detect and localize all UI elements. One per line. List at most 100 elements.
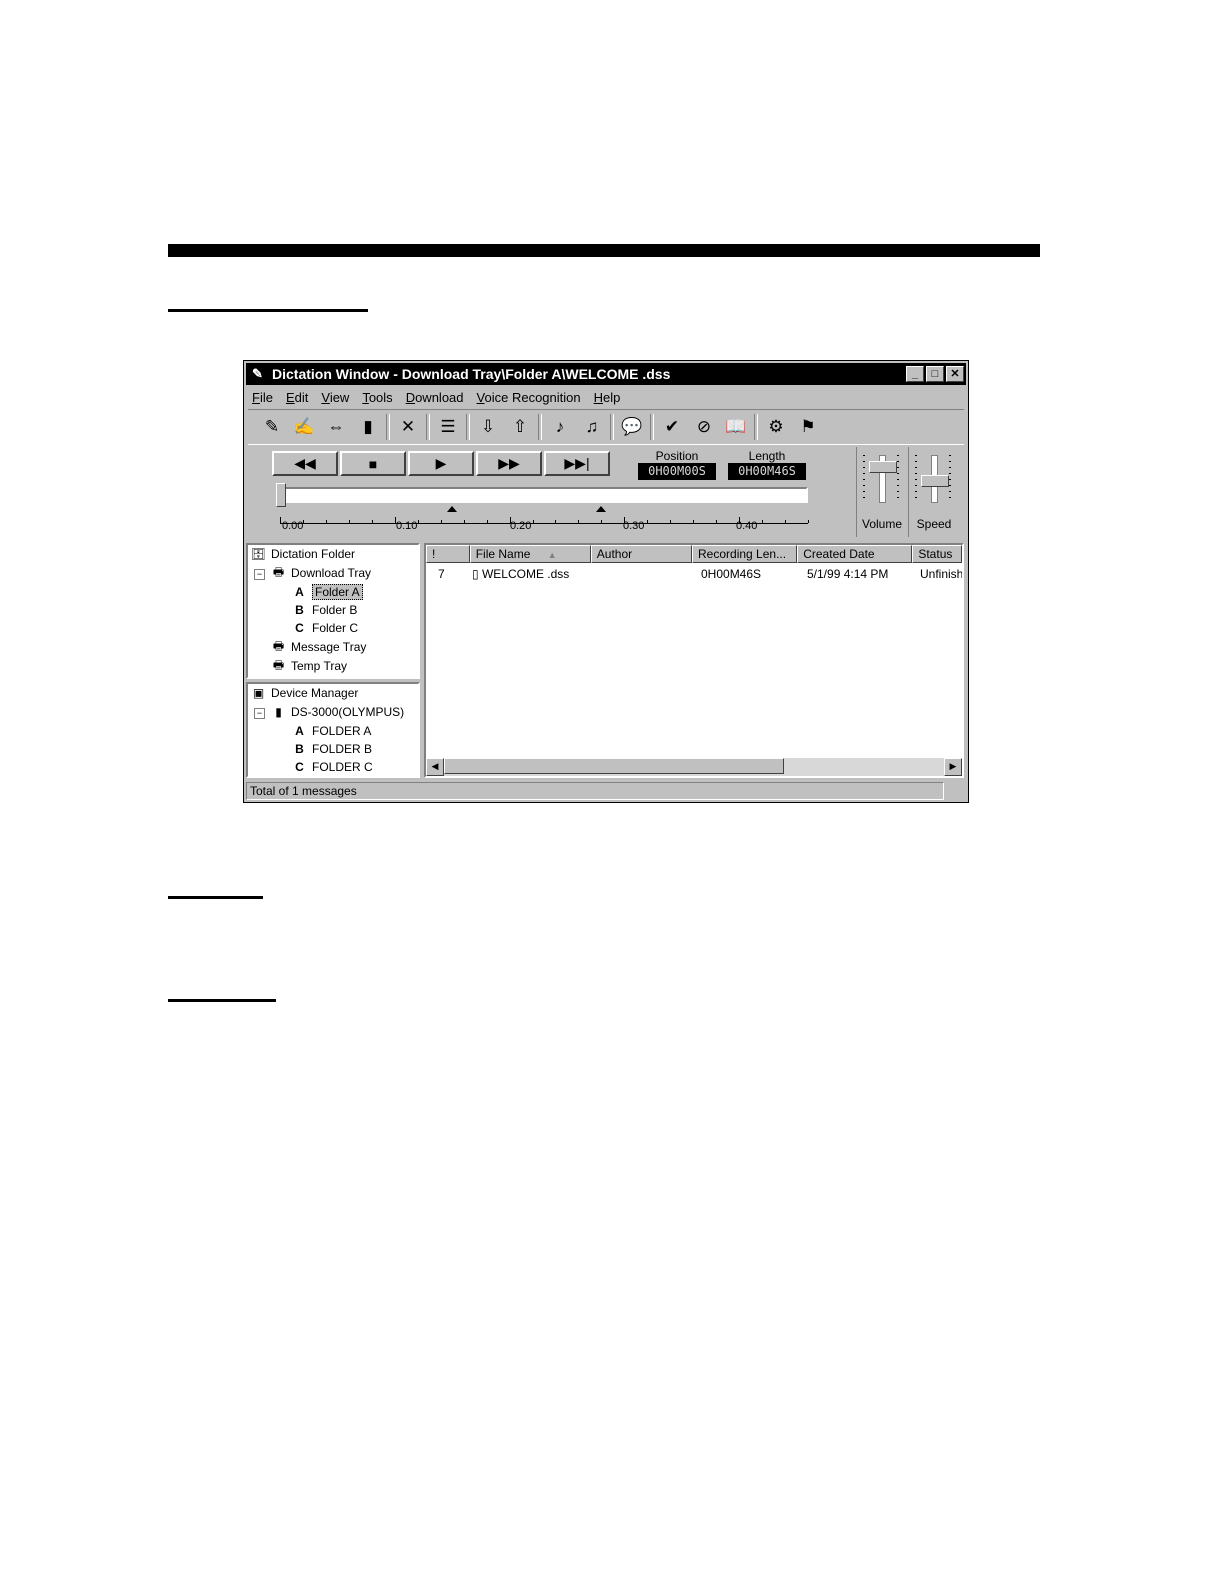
device-manager-tree: ▣ Device Manager − ▮ DS-3000(OLYMPUS) A … [246,682,420,778]
cell-file-name-text: WELCOME .dss [481,567,570,581]
folder-c-icon: C [295,620,304,635]
train-icon[interactable]: ⚙ [760,412,792,442]
toolbar: ✎ ✍ ⇔ ▮ ✕ ☰ ⇩ ⇧ ♪ ♫ 💬 ✔ ⊘ 📖 ⚙ ⚑ [248,409,964,445]
ruler-tick [670,520,672,523]
speed-label: Speed [916,517,952,531]
play-button[interactable]: ▶ [408,451,474,476]
section-underline [168,896,263,899]
tree-item-folder-c[interactable]: C Folder C [292,619,358,637]
edit-pen-icon[interactable]: ✍ [288,412,320,442]
window-title: Dictation Window - Download Tray\Folder … [272,366,671,382]
folder-a-icon: A [295,584,304,599]
properties-icon[interactable]: ☰ [432,412,464,442]
length-counter: 0H00M46S [728,463,806,480]
menu-file[interactable]: File [252,390,273,405]
tree-item-message-tray[interactable]: 🖶 Message Tray [270,638,367,656]
scroll-left-icon[interactable]: ◀ [426,758,444,776]
enroll-icon[interactable]: ⚑ [792,412,824,442]
collapse-icon[interactable]: − [254,569,265,580]
comment-icon[interactable]: 💬 [616,412,648,442]
column-header-recording-length[interactable]: Recording Len... [692,545,798,563]
upload-icon[interactable]: ⇧ [504,412,536,442]
voice-in-icon[interactable]: ♪ [544,412,576,442]
toolbar-separator [386,414,390,440]
scrollbar-thumb[interactable] [444,758,784,774]
tray-icon: 🖶 [272,638,285,653]
menu-download[interactable]: Download [406,390,464,405]
menu-tools[interactable]: Tools [362,390,392,405]
tree-item-label: Message Tray [291,640,367,654]
tree-item-device[interactable]: ▮ DS-3000(OLYMPUS) [270,703,404,721]
menu-help[interactable]: Help [594,390,621,405]
tree-item-download-tray[interactable]: 🖶 Download Tray [270,564,371,582]
tree-item-dictation-folder[interactable]: 🗄 Dictation Folder [250,545,355,563]
ruler-tick [601,520,603,523]
ruler-tick [325,520,327,523]
stop-button[interactable]: ■ [340,451,406,476]
position-label: Position [655,449,699,463]
ruler-tick [647,520,649,523]
dictation-window: ✎ Dictation Window - Download Tray\Folde… [243,360,969,803]
ruler-tick [371,520,373,523]
status-text: Total of 1 messages [246,782,944,800]
rewind-button[interactable]: ◀◀ [272,451,338,476]
column-header-created-date[interactable]: Created Date [797,545,913,563]
column-header-priority[interactable]: ! [426,545,470,563]
skip-end-button[interactable]: ▶▶| [544,451,610,476]
tree-item-label: Download Tray [291,566,372,580]
menu-voice-recognition[interactable]: Voice Recognition [477,390,581,405]
column-header-file-name[interactable]: File Name ▲ [469,545,591,563]
resize-grip-icon[interactable] [944,782,966,800]
tree-item-device-folder-b[interactable]: B FOLDER B [292,740,372,758]
section-underline [168,309,368,312]
cell-created-date: 5/1/99 4:14 PM [807,567,889,581]
tree-item-label: Folder C [312,621,359,635]
speed-slider-group: Speed [908,447,959,537]
insert-icon[interactable]: ⇔ [320,412,352,442]
ruler-tick [486,520,488,523]
voice-out-icon[interactable]: ♫ [576,412,608,442]
menu-view[interactable]: View [321,390,349,405]
position-track[interactable] [280,487,808,503]
volume-slider[interactable] [869,461,897,473]
table-row[interactable]: 7 ▯ WELCOME .dss 0H00M46S 5/1/99 4:14 PM… [426,567,962,581]
close-button[interactable]: ✕ [946,366,964,382]
collapse-icon[interactable]: − [254,708,265,719]
dictionary-icon[interactable]: 📖 [720,412,752,442]
playhead-slider[interactable] [276,483,286,507]
tree-item-folder-b[interactable]: B Folder B [292,601,357,619]
tree-item-label: FOLDER C [312,760,373,774]
download-icon[interactable]: ⇩ [472,412,504,442]
delete-icon[interactable]: ✕ [392,412,424,442]
ruler-tick [440,520,442,523]
toolbar-separator [466,414,470,440]
title-bar[interactable]: ✎ Dictation Window - Download Tray\Folde… [246,363,966,385]
menu-bar: File Edit View Tools Download Voice Reco… [248,387,620,407]
tree-item-label: DS-3000(OLYMPUS) [291,705,405,719]
check-icon[interactable]: ✔ [656,412,688,442]
maximize-button[interactable]: □ [926,366,944,382]
scroll-right-icon[interactable]: ▶ [944,758,962,776]
tree-item-temp-tray[interactable]: 🖶 Temp Tray [270,657,347,675]
ruler-label: 0.20 [510,520,532,532]
tray-icon: 🖶 [272,564,285,579]
ruler-tick [762,520,764,523]
record-pen-icon[interactable]: ✎ [256,412,288,442]
column-header-author[interactable]: Author [590,545,693,563]
tree-item-device-folder-a[interactable]: A FOLDER A [292,722,371,740]
length-label: Length [748,449,786,463]
cell-author [592,567,694,581]
folder-b-icon: B [295,741,304,756]
tree-item-device-folder-c[interactable]: C FOLDER C [292,758,373,776]
tree-item-device-manager[interactable]: ▣ Device Manager [250,684,359,702]
column-header-status[interactable]: Status [912,545,962,563]
ruler-label: 0.00 [282,520,304,532]
minimize-button[interactable]: _ [906,366,924,382]
tree-item-folder-a[interactable]: A Folder A [292,583,363,601]
verify-icon[interactable]: ⊘ [688,412,720,442]
fast-forward-button[interactable]: ▶▶ [476,451,542,476]
device-icon[interactable]: ▮ [352,412,384,442]
menu-edit[interactable]: Edit [286,390,308,405]
speed-slider[interactable] [921,475,949,487]
horizontal-scrollbar[interactable]: ◀ ▶ [426,758,962,776]
